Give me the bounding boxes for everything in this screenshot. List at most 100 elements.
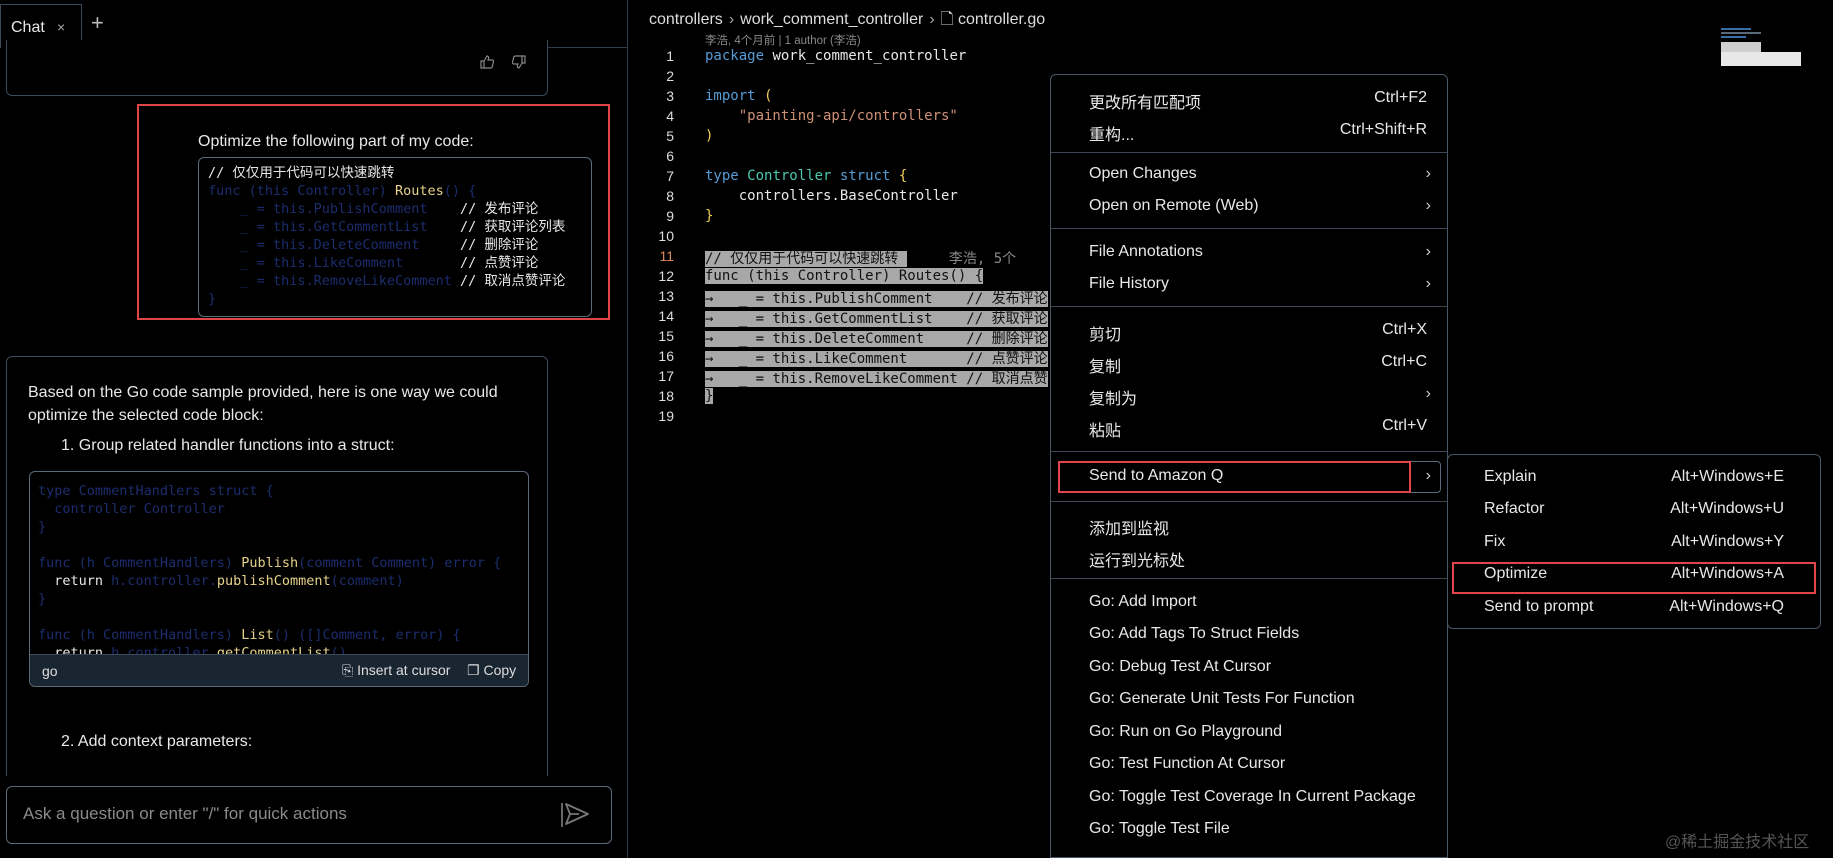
watermark: @稀土掘金技术社区: [1665, 834, 1810, 851]
menu-item-file-history[interactable]: File History ›: [1089, 275, 1431, 303]
code-line[interactable]: // 仅仅用于代码可以快速跳转 李浩, 5个: [705, 248, 1016, 268]
code-line[interactable]: → _ = this.PublishComment // 发布评论: [705, 288, 1048, 308]
thumbs-down-icon[interactable]: [511, 54, 527, 73]
code-line[interactable]: controllers.BaseController: [705, 188, 958, 204]
code-line[interactable]: }: [705, 388, 714, 404]
menu-item-open-changes[interactable]: Open Changes ›: [1089, 165, 1431, 193]
send-icon[interactable]: [563, 801, 595, 829]
breadcrumb-item[interactable]: controllers: [649, 11, 723, 28]
menu-item-go-toggle-test-file[interactable]: Go: Toggle Test File: [1089, 820, 1427, 848]
submenu-item-refactor[interactable]: Refactor Alt+Windows+U: [1484, 500, 1784, 528]
inline-blame: 李浩, 5个: [948, 251, 1017, 267]
insert-icon: ⎘: [342, 662, 358, 678]
previous-message-card: [6, 40, 548, 96]
menu-item-go-generate-tests[interactable]: Go: Generate Unit Tests For Function: [1089, 690, 1427, 718]
code-line: func (this Controller) Routes() {: [208, 183, 477, 199]
menu-item-go-run-playground[interactable]: Go: Run on Go Playground: [1089, 723, 1427, 751]
breadcrumb-item[interactable]: work_comment_controller: [740, 11, 923, 28]
menu-item-cut[interactable]: 剪切 Ctrl+X: [1089, 321, 1427, 349]
menu-item-copy-as[interactable]: 复制为 ›: [1089, 385, 1431, 413]
menu-divider: [1051, 228, 1447, 229]
menu-divider: [1051, 152, 1447, 153]
chat-panel: Chat × + Optimize the following part of …: [0, 0, 628, 858]
code-line[interactable]: → _ = this.RemoveLikeComment // 取消点赞: [705, 368, 1048, 388]
menu-item-go-test-function[interactable]: Go: Test Function At Cursor: [1089, 755, 1427, 783]
line-number: 19: [658, 408, 674, 424]
chat-input-box[interactable]: [6, 786, 612, 844]
menu-item-go-debug-test[interactable]: Go: Debug Test At Cursor: [1089, 658, 1427, 686]
line-number: 14: [658, 308, 674, 324]
blame-annotation[interactable]: 李浩, 4个月前 | 1 author (李浩): [705, 32, 861, 48]
code-line[interactable]: package work_comment_controller: [705, 48, 966, 64]
code-line[interactable]: → _ = this.LikeComment // 点赞评论: [705, 348, 1048, 368]
code-line: }: [208, 291, 217, 307]
line-number: 7: [666, 168, 674, 184]
menu-item-add-to-watch[interactable]: 添加到监视: [1089, 515, 1427, 543]
line-number: 9: [666, 208, 674, 224]
response-code: type CommentHandlers struct { controller…: [38, 483, 502, 679]
menu-item-change-all-occurrences[interactable]: 更改所有匹配项 Ctrl+F2: [1089, 89, 1427, 117]
menu-divider: [1051, 306, 1447, 307]
line-number: 4: [666, 108, 674, 124]
context-menu: 更改所有匹配项 Ctrl+F2 重构... Ctrl+Shift+R Open Ch…: [1050, 74, 1448, 858]
code-block-footer: go ⎘ Insert at cursor ❐ Copy: [30, 654, 528, 686]
menu-item-go-add-tags[interactable]: Go: Add Tags To Struct Fields: [1089, 625, 1427, 653]
menu-item-open-on-remote[interactable]: Open on Remote (Web) ›: [1089, 197, 1431, 225]
plus-icon[interactable]: +: [91, 10, 104, 36]
code-line[interactable]: → _ = this.GetCommentList // 获取评论: [705, 308, 1048, 328]
breadcrumb-item[interactable]: controller.go: [958, 11, 1045, 28]
insert-at-cursor-button[interactable]: ⎘ Insert at cursor: [342, 662, 450, 679]
code-line[interactable]: import (: [705, 88, 772, 104]
chevron-right-icon: ›: [728, 11, 735, 28]
code-line[interactable]: → _ = this.DeleteComment // 删除评论: [705, 328, 1048, 348]
response-card: Based on the Go code sample provided, he…: [6, 356, 548, 776]
menu-item-copy[interactable]: 复制 Ctrl+C: [1089, 353, 1427, 381]
code-line: _ = this.DeleteComment // 删除评论: [208, 237, 539, 253]
code-line[interactable]: ): [705, 128, 713, 144]
copy-label: Copy: [483, 662, 517, 678]
menu-item-refactor[interactable]: 重构... Ctrl+Shift+R: [1089, 121, 1427, 149]
code-line: _ = this.RemoveLikeComment // 取消点赞评论: [208, 273, 566, 289]
line-number: 2: [666, 68, 674, 84]
chat-input[interactable]: [23, 804, 543, 824]
menu-divider: [1051, 501, 1447, 502]
menu-item-paste[interactable]: 粘贴 Ctrl+V: [1089, 417, 1427, 445]
line-number: 16: [658, 348, 674, 364]
tab-chat-label: Chat: [11, 19, 45, 36]
line-number: 18: [658, 388, 674, 404]
insert-label: Insert at cursor: [357, 662, 451, 678]
chevron-right-icon: ›: [1425, 197, 1431, 214]
menu-item-send-to-amazon-q[interactable]: Send to Amazon Q ›: [1089, 467, 1431, 495]
minimap[interactable]: [1721, 28, 1831, 68]
submenu-item-fix[interactable]: Fix Alt+Windows+Y: [1484, 533, 1784, 561]
line-number: 13: [658, 288, 674, 304]
copy-button[interactable]: ❐ Copy: [467, 662, 516, 679]
menu-item-go-add-import[interactable]: Go: Add Import: [1089, 593, 1427, 621]
submenu-item-explain[interactable]: Explain Alt+Windows+E: [1484, 468, 1784, 496]
user-code-block: // 仅仅用于代码可以快速跳转 func (this Controller) Ro…: [198, 157, 592, 317]
response-intro: Based on the Go code sample provided, he…: [28, 384, 498, 424]
line-number: 3: [666, 88, 674, 104]
code-line: // 仅仅用于代码可以快速跳转: [208, 165, 395, 181]
code-line[interactable]: func (this Controller) Routes() {: [705, 268, 984, 284]
code-line: _ = this.PublishComment // 发布评论: [208, 201, 539, 217]
menu-item-file-annotations[interactable]: File Annotations ›: [1089, 243, 1431, 271]
submenu-item-optimize[interactable]: Optimize Alt+Windows+A: [1484, 565, 1784, 593]
code-line[interactable]: }: [705, 208, 713, 224]
thumbs-up-icon[interactable]: [479, 54, 495, 73]
chevron-right-icon: ›: [1425, 165, 1431, 182]
menu-item-run-to-cursor[interactable]: 运行到光标处: [1089, 547, 1427, 575]
chevron-right-icon: ›: [1425, 275, 1431, 292]
chevron-right-icon: ›: [929, 11, 935, 28]
code-line[interactable]: "painting-api/controllers": [705, 108, 958, 124]
code-line[interactable]: type Controller struct {: [705, 168, 907, 184]
line-number: 17: [658, 368, 674, 384]
close-icon[interactable]: ×: [57, 19, 65, 35]
line-number: 11: [659, 248, 674, 264]
submenu-item-send-to-prompt[interactable]: Send to prompt Alt+Windows+Q: [1484, 598, 1784, 626]
menu-item-go-toggle-coverage[interactable]: Go: Toggle Test Coverage In Current Pack…: [1089, 788, 1427, 816]
line-number: 15: [658, 328, 674, 344]
copy-icon: ❐: [467, 662, 484, 678]
file-icon: 🗋: [940, 11, 954, 28]
response-code-block: type CommentHandlers struct { controller…: [29, 471, 529, 687]
